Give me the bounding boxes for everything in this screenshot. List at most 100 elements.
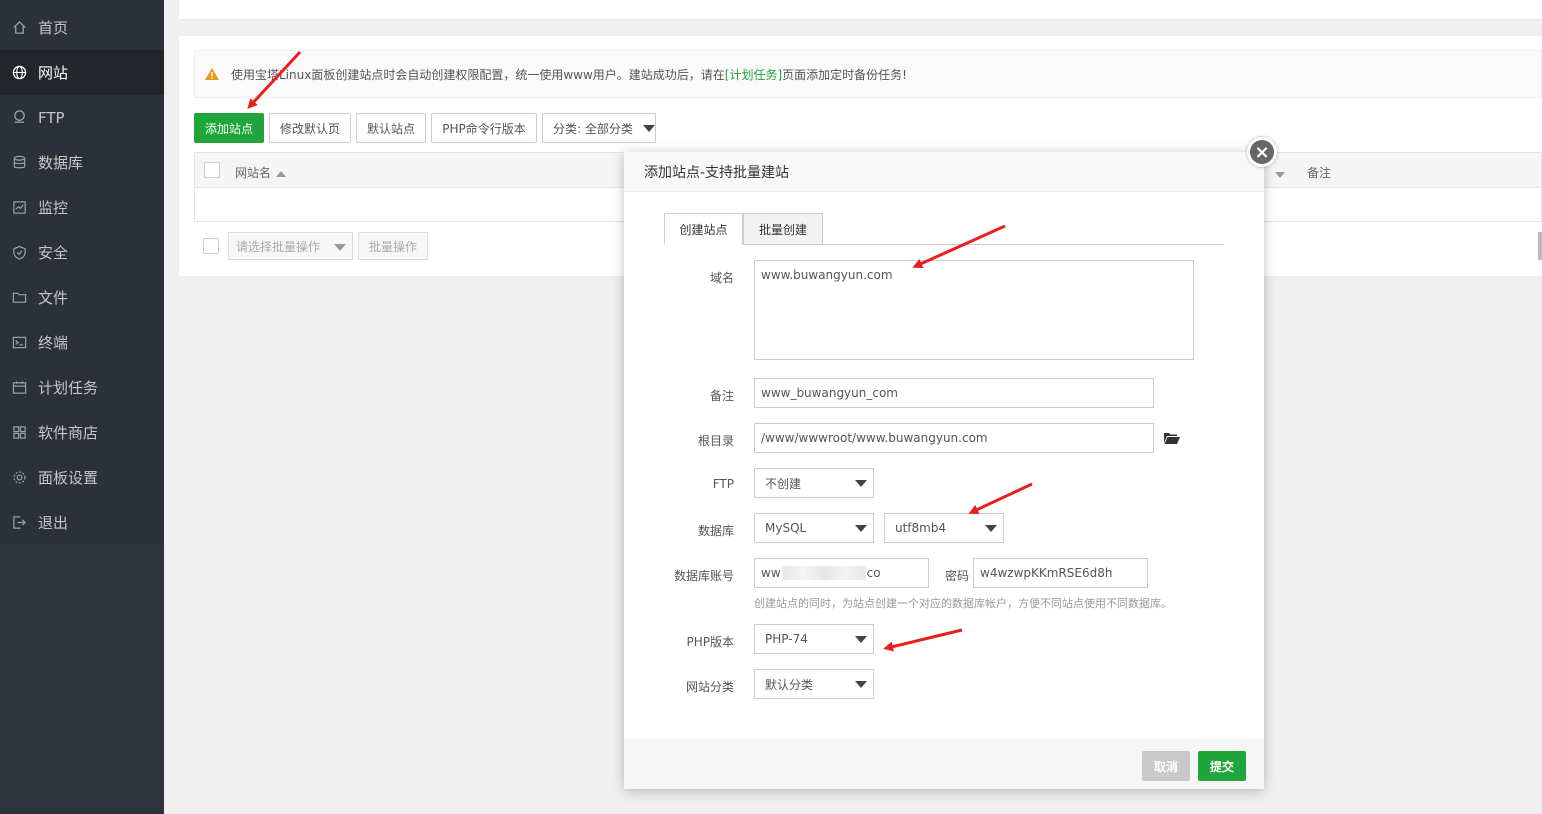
category-filter-select[interactable]: 分类: 全部分类 xyxy=(542,113,656,143)
dialog-tabs: 创建站点 批量创建 xyxy=(664,213,1224,245)
chevron-down-icon xyxy=(642,124,655,132)
sidebar-item-website[interactable]: 网站 xyxy=(0,50,164,95)
note-label: 备注 xyxy=(709,389,734,403)
warning-icon xyxy=(205,68,219,80)
chevron-down-icon xyxy=(855,525,867,532)
sort-asc-icon xyxy=(276,170,287,177)
notice-bar: 使用宝塔Linux面板创建站点时会自动创建权限配置，统一使用www用户。建站成功… xyxy=(194,50,1542,98)
sidebar-item-label: 网站 xyxy=(38,64,69,82)
batch-action-select[interactable]: 请选择批量操作 xyxy=(228,232,353,260)
sidebar-item-label: 软件商店 xyxy=(38,424,99,442)
sidebar-item-label: 文件 xyxy=(38,289,69,307)
site-category-select[interactable]: 默认分类 xyxy=(754,669,874,699)
add-site-dialog: 添加站点-支持批量建站 创建站点 批量创建 域名 www.buwangyun.c… xyxy=(624,152,1264,789)
sidebar-item-label: 安全 xyxy=(38,244,69,262)
globe-icon xyxy=(11,65,27,81)
sidebar-item-cron[interactable]: 计划任务 xyxy=(0,365,164,410)
add-site-button[interactable]: 添加站点 xyxy=(194,113,264,143)
chevron-down-icon xyxy=(855,681,867,688)
php-version-select[interactable]: PHP-74 xyxy=(754,624,874,654)
db-account-prefix: ww xyxy=(761,566,781,580)
php-version-value: PHP-74 xyxy=(765,632,808,646)
logout-icon xyxy=(11,515,27,531)
submit-button[interactable]: 提交 xyxy=(1198,751,1246,781)
php-version-label: PHP版本 xyxy=(686,635,735,649)
edit-default-page-button[interactable]: 修改默认页 xyxy=(269,113,351,143)
ftp-select-value: 不创建 xyxy=(765,476,802,491)
breadcrumb-bar xyxy=(179,0,1542,20)
batch-select-checkbox[interactable] xyxy=(203,238,219,254)
php-cli-version-button[interactable]: PHP命令行版本 xyxy=(431,113,537,143)
dialog-footer: 取消 提交 xyxy=(624,739,1264,789)
category-filter-value: 分类: 全部分类 xyxy=(553,121,633,136)
db-account-label: 数据库账号 xyxy=(673,569,734,583)
db-account-suffix: co xyxy=(866,566,881,580)
ftp-icon xyxy=(11,110,27,126)
select-all-checkbox[interactable] xyxy=(204,162,220,178)
folder-icon xyxy=(11,290,27,306)
sidebar-item-home[interactable]: 首页 xyxy=(0,5,164,50)
sidebar-item-logout[interactable]: 退出 xyxy=(0,500,164,545)
database-icon xyxy=(11,155,27,171)
sidebar-item-label: 退出 xyxy=(38,514,69,532)
sidebar-item-ftp[interactable]: FTP xyxy=(0,95,164,140)
home-icon xyxy=(11,20,27,36)
grid-icon xyxy=(11,425,27,441)
database-charset-value: utf8mb4 xyxy=(895,521,947,535)
sidebar-item-label: 面板设置 xyxy=(38,469,99,487)
database-charset-select[interactable]: utf8mb4 xyxy=(884,513,1004,543)
notice-text: 使用宝塔Linux面板创建站点时会自动创建权限配置，统一使用www用户。建站成功… xyxy=(231,67,725,82)
sidebar-item-database[interactable]: 数据库 xyxy=(0,140,164,185)
sidebar-item-settings[interactable]: 面板设置 xyxy=(0,455,164,500)
default-site-button[interactable]: 默认站点 xyxy=(356,113,426,143)
site-category-value: 默认分类 xyxy=(765,677,814,692)
sidebar-item-label: 数据库 xyxy=(38,154,84,172)
dialog-title: 添加站点-支持批量建站 xyxy=(624,152,1264,192)
ftp-label: FTP xyxy=(712,477,734,491)
sidebar-item-label: 首页 xyxy=(38,19,69,37)
sidebar-item-store[interactable]: 软件商店 xyxy=(0,410,164,455)
tab-create-site[interactable]: 创建站点 xyxy=(664,213,743,245)
password-input[interactable]: w4wzwpKKmRSE6d8h xyxy=(973,558,1148,588)
sidebar-item-security[interactable]: 安全 xyxy=(0,230,164,275)
sidebar-item-terminal[interactable]: 终端 xyxy=(0,320,164,365)
site-category-label: 网站分类 xyxy=(685,680,734,694)
scrollbar[interactable] xyxy=(1538,232,1542,260)
note-input[interactable]: www_buwangyun_com xyxy=(754,378,1154,408)
col-note: 备注 xyxy=(1307,166,1332,180)
db-hint-text: 创建站点的同时，为站点创建一个对应的数据库帐户，方便不同站点使用不同数据库。 xyxy=(754,597,1172,610)
sidebar-item-label: FTP xyxy=(38,108,65,127)
database-type-select[interactable]: MySQL xyxy=(754,513,874,543)
password-label: 密码 xyxy=(944,569,969,583)
shield-icon xyxy=(11,245,27,261)
cron-link[interactable]: [计划任务] xyxy=(725,66,782,83)
tab-batch-create[interactable]: 批量创建 xyxy=(743,213,823,245)
sidebar-item-label: 终端 xyxy=(38,334,69,352)
folder-open-icon[interactable] xyxy=(1164,432,1180,444)
sidebar: 首页 网站 FTP 数据库 监控 安全 文件 终端 计划任务 软件商店 面板设置 xyxy=(0,0,164,814)
database-type-value: MySQL xyxy=(765,521,807,535)
close-icon[interactable]: × xyxy=(1247,137,1277,167)
cancel-button[interactable]: 取消 xyxy=(1142,751,1190,781)
batch-action-button[interactable]: 批量操作 xyxy=(358,232,428,260)
root-dir-input[interactable]: /www/wwwroot/www.buwangyun.com xyxy=(754,423,1154,453)
notice-suffix: 页面添加定时备份任务! xyxy=(782,67,907,82)
chevron-down-icon xyxy=(855,636,867,643)
terminal-icon xyxy=(11,335,27,351)
sidebar-item-files[interactable]: 文件 xyxy=(0,275,164,320)
sidebar-item-monitor[interactable]: 监控 xyxy=(0,185,164,230)
root-dir-label: 根目录 xyxy=(697,434,734,448)
sidebar-item-label: 计划任务 xyxy=(38,379,99,397)
col-site-name[interactable]: 网站名 xyxy=(235,164,287,181)
calendar-icon xyxy=(11,380,27,396)
redacted-blur xyxy=(781,566,866,580)
sort-desc-icon[interactable] xyxy=(1275,167,1285,181)
batch-action-placeholder: 请选择批量操作 xyxy=(236,239,321,254)
chevron-down-icon xyxy=(855,480,867,487)
gear-icon xyxy=(11,470,27,486)
sidebar-footer xyxy=(0,545,164,814)
database-label: 数据库 xyxy=(697,524,734,538)
ftp-select[interactable]: 不创建 xyxy=(754,468,874,498)
domain-textarea[interactable]: www.buwangyun.com xyxy=(754,260,1194,360)
chevron-down-icon xyxy=(985,525,997,532)
